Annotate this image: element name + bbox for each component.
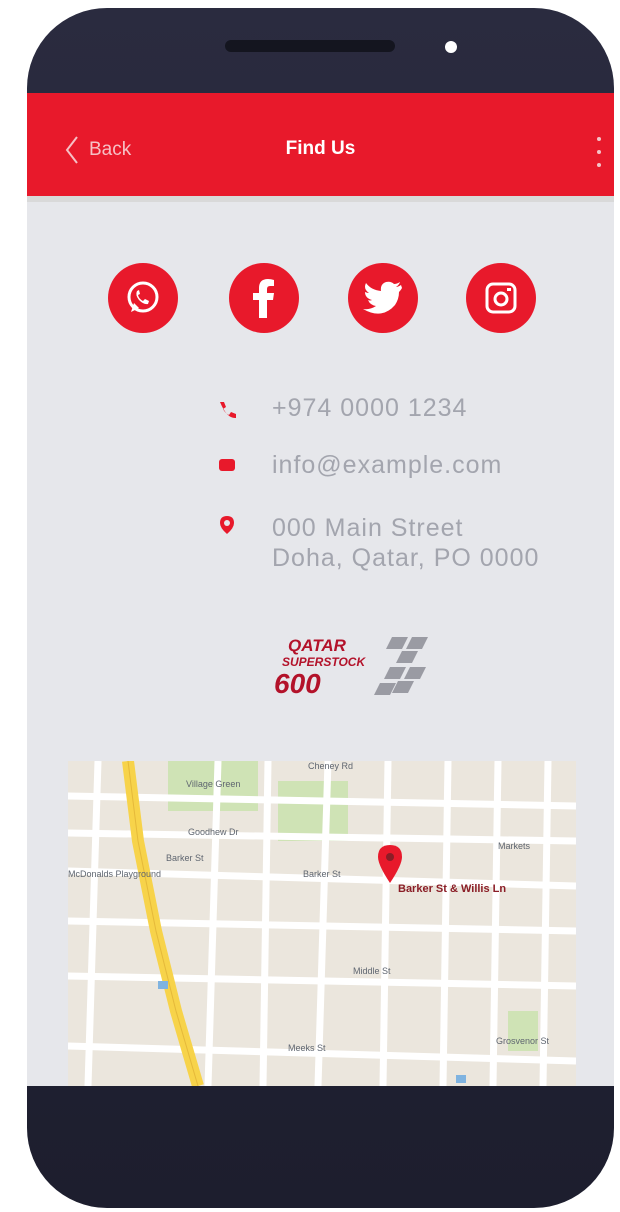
phone-camera — [445, 41, 457, 53]
email-address[interactable]: info@example.com — [272, 450, 502, 480]
map-label: Markets — [498, 841, 531, 851]
map-pin-label: Barker St & Willis Ln — [398, 883, 507, 895]
more-menu-button[interactable] — [594, 137, 604, 167]
location-map[interactable]: Barker St & Willis Ln Village Green Chen… — [68, 761, 576, 1086]
map-label: Middle St — [353, 966, 391, 976]
instagram-button[interactable] — [466, 263, 536, 333]
menu-dot-icon — [597, 150, 601, 154]
logo-line-3: 600 — [274, 668, 321, 699]
facebook-icon — [253, 279, 274, 318]
map-label: McDonalds Playground — [68, 869, 162, 879]
phone-row: +974 0000 1234 — [212, 393, 467, 423]
whatsapp-icon — [127, 281, 159, 313]
address-line-1: 000 Main Street — [272, 514, 464, 542]
address-row: 000 Main Street Doha, Qatar, PO 0000 — [212, 513, 539, 573]
logo-line-2: SUPERSTOCK — [282, 655, 366, 669]
phone-speaker — [225, 40, 395, 52]
map-label: Barker St — [303, 869, 341, 879]
map-label: Village Green — [186, 779, 241, 789]
menu-dot-icon — [597, 137, 601, 141]
address-line-2: Doha, Qatar, PO 0000 — [272, 544, 540, 572]
phone-frame: Back Find Us +974 0000 1234 info@example… — [27, 8, 614, 1208]
map-label: Grosvenor St — [496, 1036, 550, 1046]
twitter-icon — [363, 281, 402, 314]
app-header: Back Find Us — [27, 93, 614, 202]
social-links — [27, 263, 614, 333]
twitter-button[interactable] — [348, 263, 418, 333]
logo-line-1: QATAR — [288, 636, 347, 655]
email-icon — [219, 459, 235, 471]
map-label: Barker St — [166, 853, 204, 863]
phone-number[interactable]: +974 0000 1234 — [272, 393, 467, 423]
app-screen: Back Find Us +974 0000 1234 info@example… — [27, 93, 614, 1086]
map-label: Meeks St — [288, 1043, 326, 1053]
event-logo: QATAR SUPERSTOCK 600 — [272, 633, 452, 707]
whatsapp-button[interactable] — [108, 263, 178, 333]
page-title: Find Us — [285, 138, 356, 159]
phone-icon — [220, 402, 236, 419]
email-row: info@example.com — [212, 450, 502, 480]
location-pin-icon — [220, 516, 234, 534]
map-label: Cheney Rd — [308, 761, 354, 771]
facebook-button[interactable] — [229, 263, 299, 333]
map-label: Goodhew Dr — [188, 827, 239, 837]
menu-dot-icon — [597, 163, 601, 167]
instagram-icon — [485, 282, 517, 314]
address-block: 000 Main Street Doha, Qatar, PO 0000 — [272, 513, 539, 573]
